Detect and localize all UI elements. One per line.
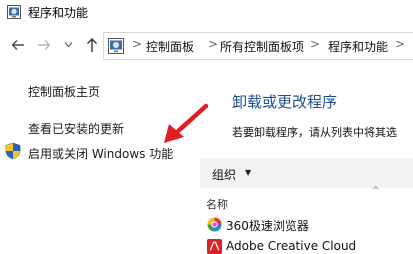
chevron-down-icon (64, 42, 73, 48)
program-list-item[interactable]: Adobe Creative Cloud (226, 239, 356, 253)
uac-shield-icon (5, 142, 21, 160)
360-browser-icon (207, 217, 222, 232)
arrow-left-icon (11, 40, 24, 50)
breadcrumb-control-panel[interactable]: 控制面板 (146, 38, 194, 55)
organize-button[interactable]: 组织 (212, 166, 236, 183)
page-heading: 卸载或更改程序 (232, 93, 338, 111)
breadcrumb-programs-and-features[interactable]: 程序和功能 (328, 38, 388, 55)
back-button[interactable] (11, 38, 25, 55)
sidebar-link-windows-features[interactable]: 启用或关闭 Windows 功能 (28, 145, 173, 162)
up-button[interactable] (85, 37, 99, 57)
program-list-item[interactable]: 360极速浏览器 (226, 217, 309, 234)
chevron-down-icon[interactable]: ▼ (245, 168, 251, 177)
breadcrumb-all-control-panel-items[interactable]: 所有控制面板项 (220, 38, 304, 55)
recent-locations-button[interactable] (64, 40, 73, 52)
sidebar-link-control-panel-home[interactable]: 控制面板主页 (28, 83, 100, 100)
column-header-name[interactable]: 名称 (206, 196, 228, 212)
breadcrumb-separator[interactable]: > (132, 37, 142, 51)
red-arrow-annotation (164, 103, 209, 143)
forward-button[interactable] (37, 38, 51, 55)
page-description: 若要卸载程序，请从列表中将其选 (232, 126, 397, 139)
control-panel-icon (108, 38, 124, 54)
arrow-right-icon (38, 40, 51, 50)
breadcrumb-separator[interactable]: > (208, 37, 218, 51)
breadcrumb-separator[interactable]: > (395, 37, 405, 51)
sort-caret-icon: ^ (372, 186, 380, 196)
window-title: 程序和功能 (28, 6, 89, 20)
sidebar-link-view-installed-updates[interactable]: 查看已安装的更新 (28, 120, 124, 137)
arrow-up-icon (87, 38, 97, 52)
control-panel-icon (7, 5, 21, 19)
breadcrumb-separator[interactable]: > (310, 37, 320, 51)
